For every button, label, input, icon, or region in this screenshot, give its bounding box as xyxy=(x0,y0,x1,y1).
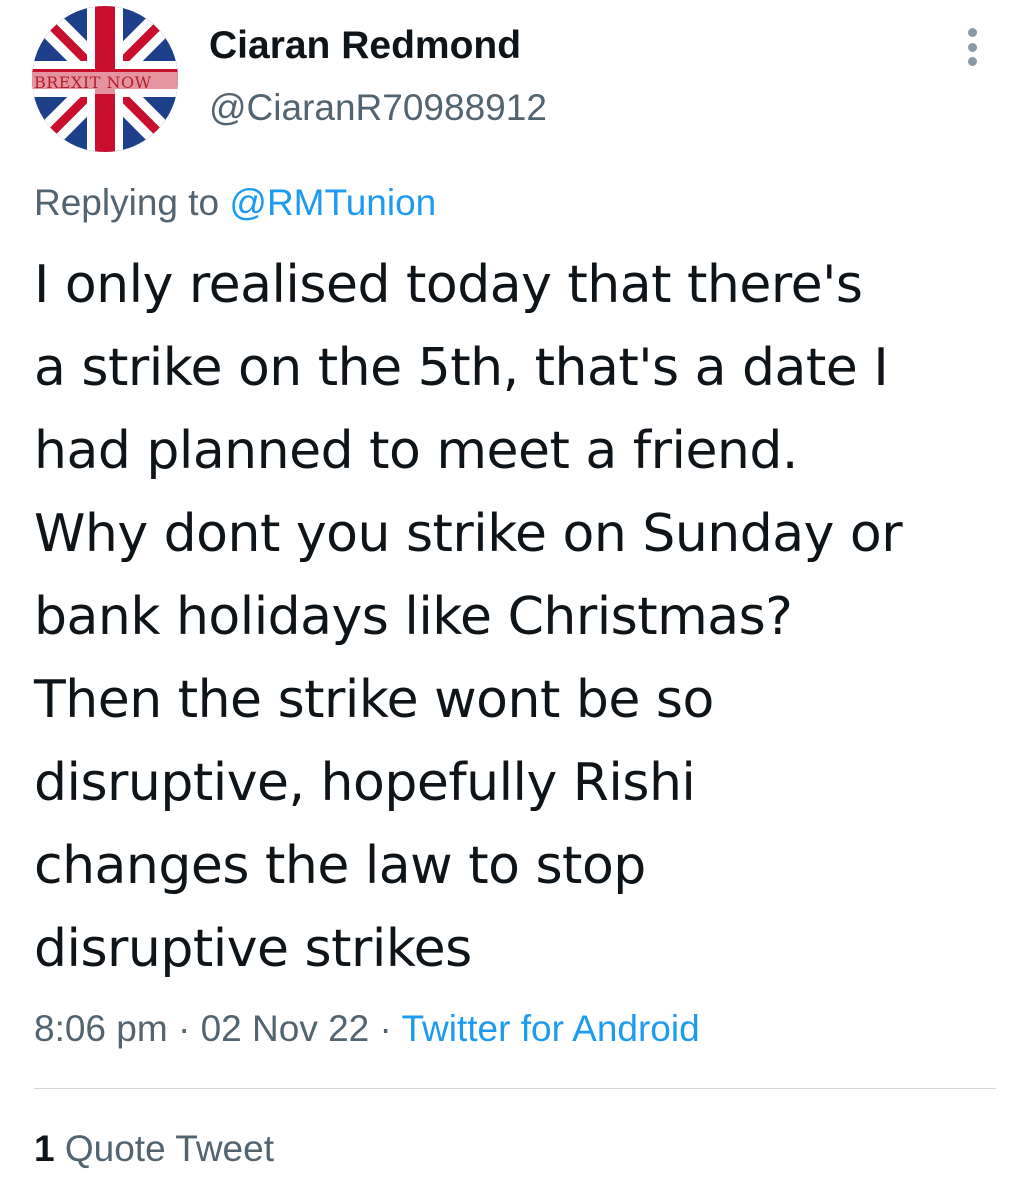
tweet-text-line: I only realised today that there's xyxy=(34,255,863,315)
more-vertical-icon xyxy=(967,28,977,37)
tweet-date[interactable]: 02 Nov 22 xyxy=(201,1008,370,1049)
tweet-source-link[interactable]: Twitter for Android xyxy=(401,1008,699,1049)
tweet-time[interactable]: 8:06 pm xyxy=(34,1008,168,1049)
user-handle[interactable]: @CiaranR70988912 xyxy=(209,84,547,132)
tweet-text-line: disruptive, hopefully Rishi xyxy=(34,753,696,813)
tweet-meta: 8:06 pm · 02 Nov 22 · Twitter for Androi… xyxy=(34,1004,700,1054)
avatar[interactable]: BREXIT NOW xyxy=(32,6,178,152)
meta-separator: · xyxy=(369,1008,402,1049)
more-vertical-icon xyxy=(967,57,977,66)
tweet-text-line: Why dont you strike on Sunday or xyxy=(34,504,903,564)
tweet-text-line: had planned to meet a friend. xyxy=(34,421,798,481)
tweet-text-line: disruptive strikes xyxy=(34,919,472,979)
quote-count: 1 xyxy=(34,1128,55,1169)
tweet-text-line: Then the strike wont be so xyxy=(34,670,714,730)
meta-separator: · xyxy=(167,1008,201,1049)
replying-to-label: Replying to xyxy=(34,182,220,223)
quote-label: Quote Tweet xyxy=(64,1128,274,1169)
more-vertical-icon xyxy=(967,42,977,52)
avatar-banner-text: BREXIT NOW xyxy=(32,72,178,94)
tweet-text-line: a strike on the 5th, that's a date I xyxy=(34,338,889,398)
quote-tweets-stat[interactable]: 1 Quote Tweet xyxy=(34,1124,274,1174)
reply-mention-link[interactable]: @RMTunion xyxy=(229,182,436,223)
tweet-text-line: bank holidays like Christmas? xyxy=(34,587,793,647)
replying-to: Replying to @RMTunion xyxy=(34,178,436,228)
tweet-text-line: changes the law to stop xyxy=(34,836,646,896)
tweet-text: I only realised today that there's a stri… xyxy=(34,244,1014,991)
display-name[interactable]: Ciaran Redmond xyxy=(209,22,521,70)
more-options-button[interactable] xyxy=(952,22,992,72)
divider xyxy=(34,1088,996,1089)
